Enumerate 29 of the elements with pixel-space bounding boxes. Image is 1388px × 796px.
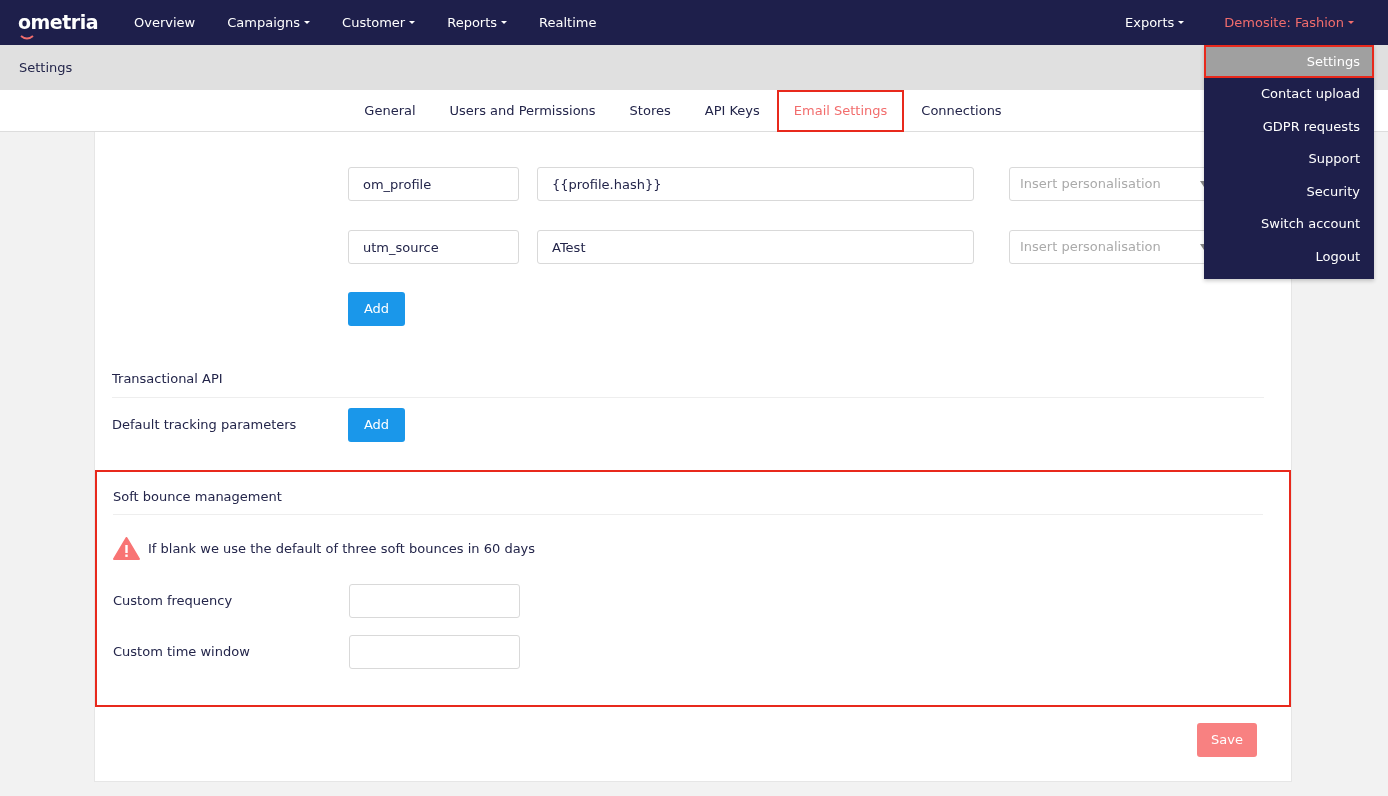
parameter-value-field[interactable]: ATest	[537, 230, 974, 264]
settings-tab[interactable]: General	[347, 89, 433, 132]
field-label: Default tracking parameters	[112, 415, 298, 434]
field-label: Custom time window	[113, 643, 251, 662]
ometria-logo[interactable]: ometria	[18, 8, 99, 37]
settings-tab[interactable]: Connections	[904, 89, 1019, 132]
nav-link[interactable]: Exports	[1109, 12, 1201, 33]
parameter-value-field[interactable]: {{profile.hash}}	[537, 167, 974, 201]
parameter-name-field[interactable]: utm_source	[348, 230, 519, 264]
nav-link[interactable]: Customer	[326, 12, 432, 33]
settings-tab[interactable]: Stores	[612, 89, 688, 132]
nav-link[interactable]: Overview	[118, 12, 212, 33]
settings-tab[interactable]: Users and Permissions	[432, 89, 613, 132]
nav-link[interactable]: Realtime	[523, 12, 613, 33]
section-title: Transactional API	[112, 369, 1264, 398]
warning-icon	[113, 537, 140, 560]
page-title: Settings	[19, 58, 73, 77]
account-menu[interactable]: Demosite: Fashion	[1208, 12, 1370, 33]
number-field[interactable]	[349, 635, 520, 669]
menu-item[interactable]: Contact upload	[1204, 77, 1374, 110]
menu-item[interactable]: GDPR requests	[1204, 110, 1374, 143]
warning-text: If blank we use the default of three soft bounces in 60 days	[148, 539, 536, 558]
section-title: Soft bounce management	[113, 486, 1263, 515]
nav-link[interactable]: Reports	[431, 12, 524, 33]
settings-tab[interactable]: API Keys	[687, 89, 777, 132]
parameter-name-field[interactable]: om_profile	[348, 167, 519, 201]
number-field[interactable]	[349, 584, 520, 618]
field-label: Custom frequency	[113, 592, 234, 611]
nav-link[interactable]: Campaigns	[211, 12, 327, 33]
